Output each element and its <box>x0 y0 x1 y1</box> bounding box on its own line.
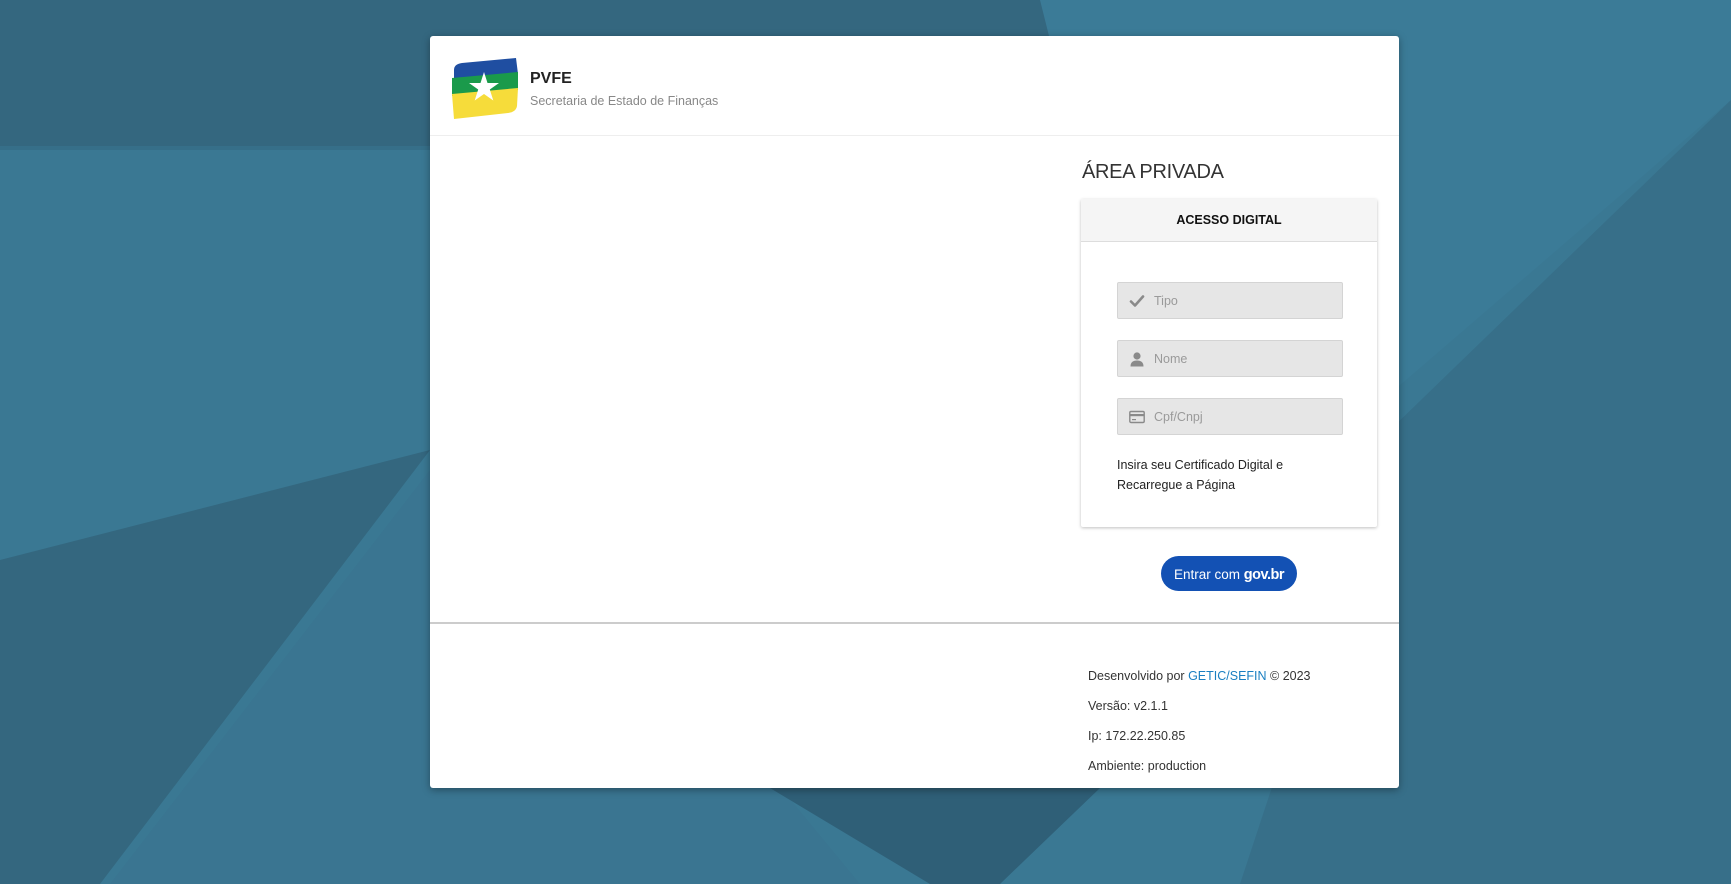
nome-input[interactable] <box>1154 341 1339 376</box>
app-subtitle: Secretaria de Estado de Finanças <box>530 94 719 108</box>
credit-card-icon <box>1129 410 1145 424</box>
user-icon <box>1130 352 1144 367</box>
section-title: ÁREA PRIVADA <box>1082 161 1224 183</box>
tipo-field <box>1117 282 1343 319</box>
govbr-button-prefix: Entrar com <box>1173 567 1244 582</box>
govbr-login-button[interactable]: Entrar com gov.br <box>1161 556 1297 591</box>
cpf-cnpj-input[interactable] <box>1154 399 1339 434</box>
footer-copyright: © 2023 <box>1266 669 1311 683</box>
footer-version: Versão: v2.1.1 <box>1088 699 1168 713</box>
digital-access-panel: ACESSO DIGITAL Insira seu Certificado Di… <box>1081 199 1377 527</box>
app-title: PVFE <box>530 70 572 87</box>
check-icon <box>1129 295 1145 307</box>
govbr-brand: gov.br <box>1243 567 1285 583</box>
card-header: PVFE Secretaria de Estado de Finanças <box>430 36 1399 136</box>
footer-divider <box>430 622 1399 624</box>
footer-environment: Ambiente: production <box>1088 759 1207 773</box>
footer-credits-prefix: Desenvolvido por <box>1088 669 1189 683</box>
sefin-logo <box>452 58 518 119</box>
tipo-input[interactable] <box>1154 283 1339 318</box>
footer-ip: Ip: 172.22.250.85 <box>1088 729 1186 743</box>
nome-field <box>1117 340 1343 377</box>
cpf-cnpj-field <box>1117 398 1343 435</box>
login-card: PVFE Secretaria de Estado de Finanças ÁR… <box>430 36 1399 788</box>
certificate-instruction: Insira seu Certificado Digital e Recarre… <box>1117 458 1284 492</box>
footer-credits: Desenvolvido por GETIC/SEFIN © 2023 <box>1088 669 1311 683</box>
getic-sefin-link[interactable]: GETIC/SEFIN <box>1188 669 1266 683</box>
panel-heading: ACESSO DIGITAL <box>1081 199 1377 242</box>
